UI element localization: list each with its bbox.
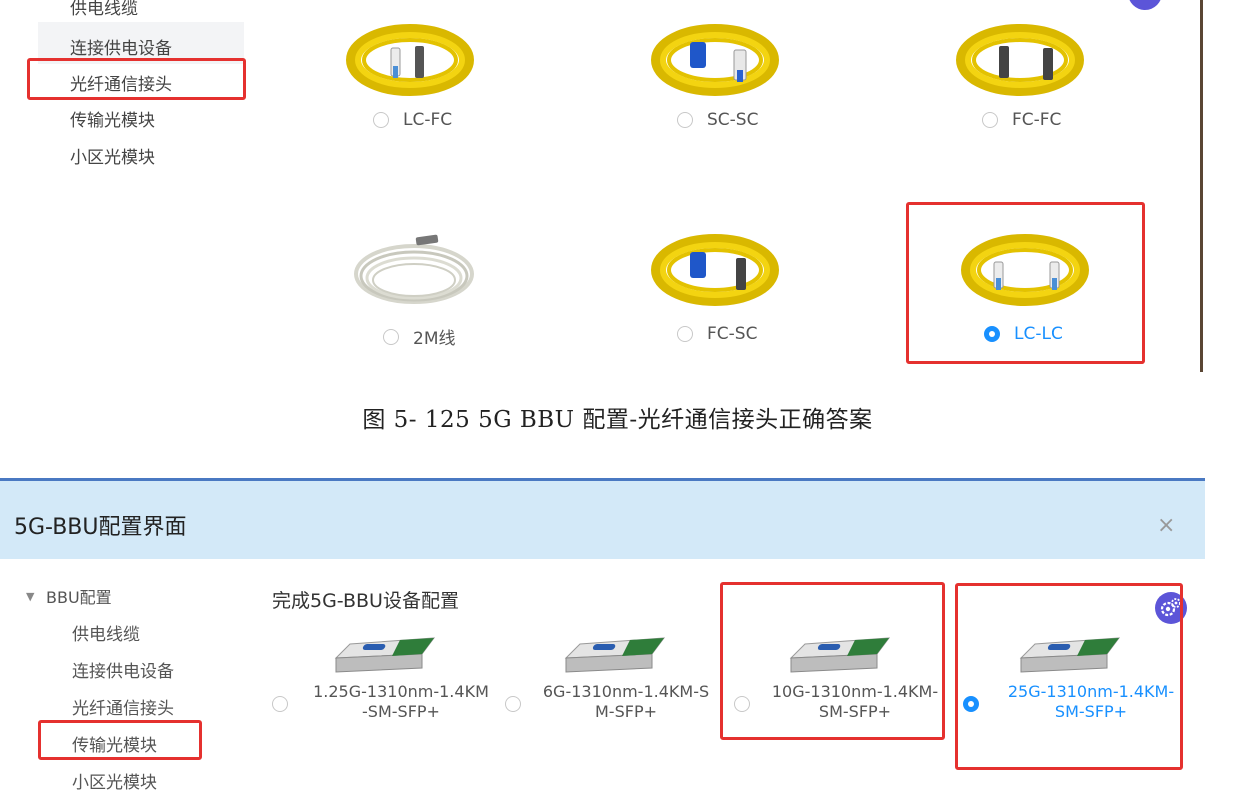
- settings-gear-icon[interactable]: [1155, 592, 1187, 624]
- radio-lc-lc-checked[interactable]: [984, 326, 1000, 342]
- close-icon[interactable]: ×: [1157, 515, 1175, 537]
- dialog-header: 5G-BBU配置界面 ×: [0, 481, 1205, 559]
- figure-caption: 图 5- 125 5G BBU 配置-光纤通信接头正确答案: [362, 407, 873, 433]
- module-label-25g: 25G-1310nm-1.4KM- SM-SFP+: [986, 682, 1196, 722]
- sidebar-item-transport-module[interactable]: 传输光模块: [70, 106, 155, 131]
- module-label-1-25g-line1: 1.25G-1310nm-1.4KM: [313, 682, 489, 701]
- radio-lc-fc[interactable]: [373, 112, 389, 128]
- tree-item-transport-module[interactable]: 传输光模块: [72, 731, 157, 756]
- tree-item-power-device[interactable]: 连接供电设备: [72, 657, 174, 682]
- module-label-10g-line1: 10G-1310nm-1.4KM-: [771, 682, 939, 701]
- module-label-25g-line2: SM-SFP+: [1054, 702, 1128, 721]
- module-label-25g-line1: 25G-1310nm-1.4KM-: [1007, 682, 1175, 701]
- option-sc-sc[interactable]: SC-SC: [677, 110, 758, 130]
- option-lc-fc[interactable]: LC-FC: [373, 110, 452, 130]
- module-label-6g: 6G-1310nm-1.4KM-S M-SFP+: [528, 682, 724, 722]
- fiber-cable-sc-sc-image: [651, 24, 779, 96]
- option-fc-sc[interactable]: FC-SC: [677, 324, 757, 344]
- module-label-6g-line2: M-SFP+: [595, 702, 657, 721]
- connector-screenshot: 供电线缆 连接供电设备 光纤通信接头 传输光模块 小区光模块 LC-FC SC-…: [0, 0, 1235, 380]
- sfp-module-6g-image: [564, 637, 666, 673]
- option-lc-lc[interactable]: LC-LC: [984, 324, 1063, 344]
- content-title: 完成5G-BBU设备配置: [272, 590, 459, 612]
- caret-down-icon[interactable]: ▼: [26, 590, 34, 603]
- module-label-1-25g: 1.25G-1310nm-1.4KM -SM-SFP+: [296, 682, 506, 722]
- radio-2m[interactable]: [383, 328, 399, 345]
- tree-item-fiber-connector[interactable]: 光纤通信接头: [72, 694, 174, 719]
- bbu-config-dialog: 5G-BBU配置界面 × ▼ BBU配置 供电线缆 连接供电设备 光纤通信接头 …: [0, 478, 1205, 804]
- option-label-fc-sc: FC-SC: [707, 324, 758, 344]
- radio-module-1-25g[interactable]: [272, 696, 288, 712]
- highlight-box-25g: [955, 583, 1183, 770]
- fiber-cable-fc-fc-image: [956, 24, 1084, 96]
- sidebar-item-power-device[interactable]: 连接供电设备: [70, 34, 172, 59]
- fiber-cable-lc-lc-image: [961, 234, 1089, 306]
- radio-module-6g[interactable]: [505, 696, 521, 712]
- option-label-lc-fc: LC-FC: [403, 110, 453, 130]
- 2m-cable-image: [354, 234, 474, 304]
- option-label-fc-fc: FC-FC: [1012, 110, 1062, 130]
- module-label-10g: 10G-1310nm-1.4KM- SM-SFP+: [756, 682, 954, 722]
- window-margin: [1203, 0, 1235, 372]
- radio-fc-fc[interactable]: [982, 112, 998, 128]
- tree-item-cell-module[interactable]: 小区光模块: [72, 768, 157, 793]
- option-label-2m: 2M线: [413, 329, 456, 349]
- module-label-1-25g-line2: -SM-SFP+: [362, 702, 440, 721]
- option-2m[interactable]: 2M线: [383, 324, 455, 349]
- tree-item-power-cable[interactable]: 供电线缆: [72, 620, 140, 645]
- sfp-module-25g-image: [1019, 637, 1121, 673]
- radio-sc-sc[interactable]: [677, 112, 693, 128]
- module-label-10g-line2: SM-SFP+: [818, 702, 892, 721]
- sfp-module-1-25g-image: [334, 637, 436, 673]
- module-label-6g-line1: 6G-1310nm-1.4KM-S: [542, 682, 710, 701]
- option-label-sc-sc: SC-SC: [707, 110, 759, 130]
- option-label-lc-lc: LC-LC: [1014, 324, 1063, 344]
- sidebar-item-cell-module[interactable]: 小区光模块: [70, 143, 155, 168]
- radio-module-25g-checked[interactable]: [963, 696, 979, 712]
- settings-gear-icon[interactable]: [1128, 0, 1162, 10]
- fiber-cable-lc-fc-image: [346, 24, 474, 96]
- tree-root-bbu-config[interactable]: BBU配置: [46, 584, 112, 608]
- radio-module-10g[interactable]: [734, 696, 750, 712]
- sfp-module-10g-image: [789, 637, 891, 673]
- radio-fc-sc[interactable]: [677, 326, 693, 342]
- option-fc-fc[interactable]: FC-FC: [982, 110, 1061, 130]
- sidebar-item-power-cable[interactable]: 供电线缆: [70, 0, 138, 19]
- dialog-title: 5G-BBU配置界面: [14, 515, 187, 540]
- sidebar-item-fiber-connector[interactable]: 光纤通信接头: [70, 70, 172, 95]
- fiber-cable-fc-sc-image: [651, 234, 779, 306]
